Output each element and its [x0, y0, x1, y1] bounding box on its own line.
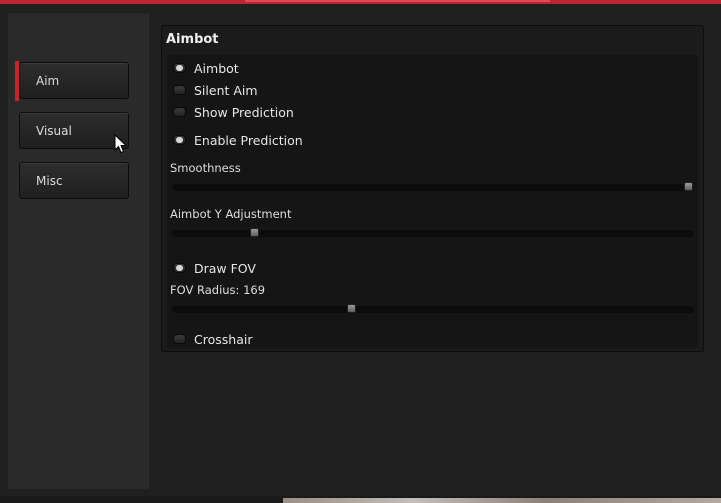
show-prediction-checkbox[interactable]: Show Prediction — [173, 104, 294, 120]
enable-prediction-checkbox[interactable]: Enable Prediction — [173, 132, 303, 148]
smoothness-slider-handle[interactable] — [684, 182, 693, 191]
aimbot-panel: Aimbot Aimbot Silent Aim Show Prediction… — [161, 25, 704, 352]
aimbot-label: Aimbot — [194, 60, 239, 76]
enable-prediction-checkbox-box — [173, 135, 186, 145]
silent-aim-label: Silent Aim — [194, 82, 258, 98]
background-strip — [0, 496, 721, 503]
draw-fov-checkbox[interactable]: Draw FOV — [173, 260, 256, 276]
y-adjustment-slider[interactable] — [172, 228, 694, 237]
fov-radius-slider[interactable] — [172, 304, 694, 313]
crosshair-label: Crosshair — [194, 331, 253, 347]
y-adjustment-slider-handle[interactable] — [249, 228, 259, 237]
tab-visual[interactable]: Visual — [19, 112, 129, 149]
tab-aim[interactable]: Aim — [15, 61, 129, 101]
silent-aim-checkbox-box — [173, 85, 186, 95]
aimbot-checkbox-box — [173, 63, 186, 73]
tab-misc[interactable]: Misc — [19, 162, 129, 199]
tab-visual-label: Visual — [36, 124, 72, 138]
panel-content: Aimbot Silent Aim Show Prediction Enable… — [167, 55, 698, 347]
enable-prediction-label: Enable Prediction — [194, 132, 303, 148]
y-adjustment-label: Aimbot Y Adjustment — [170, 207, 292, 221]
aimbot-checkbox[interactable]: Aimbot — [173, 60, 239, 76]
smoothness-label: Smoothness — [170, 161, 241, 175]
smoothness-slider[interactable] — [172, 182, 694, 191]
draw-fov-label: Draw FOV — [194, 260, 256, 276]
fov-radius-slider-handle[interactable] — [346, 304, 356, 313]
show-prediction-label: Show Prediction — [194, 104, 294, 120]
show-prediction-checkbox-box — [173, 107, 186, 117]
silent-aim-checkbox[interactable]: Silent Aim — [173, 82, 258, 98]
tab-misc-label: Misc — [36, 174, 63, 188]
crosshair-checkbox-box — [173, 334, 186, 344]
crosshair-checkbox[interactable]: Crosshair — [173, 331, 252, 347]
panel-title: Aimbot — [166, 32, 219, 47]
fov-radius-label: FOV Radius: 169 — [170, 283, 266, 297]
sidebar: Aim Visual Misc — [8, 13, 149, 489]
mouse-cursor-icon — [114, 134, 128, 154]
draw-fov-checkbox-box — [173, 263, 186, 273]
menu-window: Aim Visual Misc Aimbot Aimbot Silent Aim… — [0, 4, 721, 496]
tab-aim-label: Aim — [36, 74, 60, 88]
